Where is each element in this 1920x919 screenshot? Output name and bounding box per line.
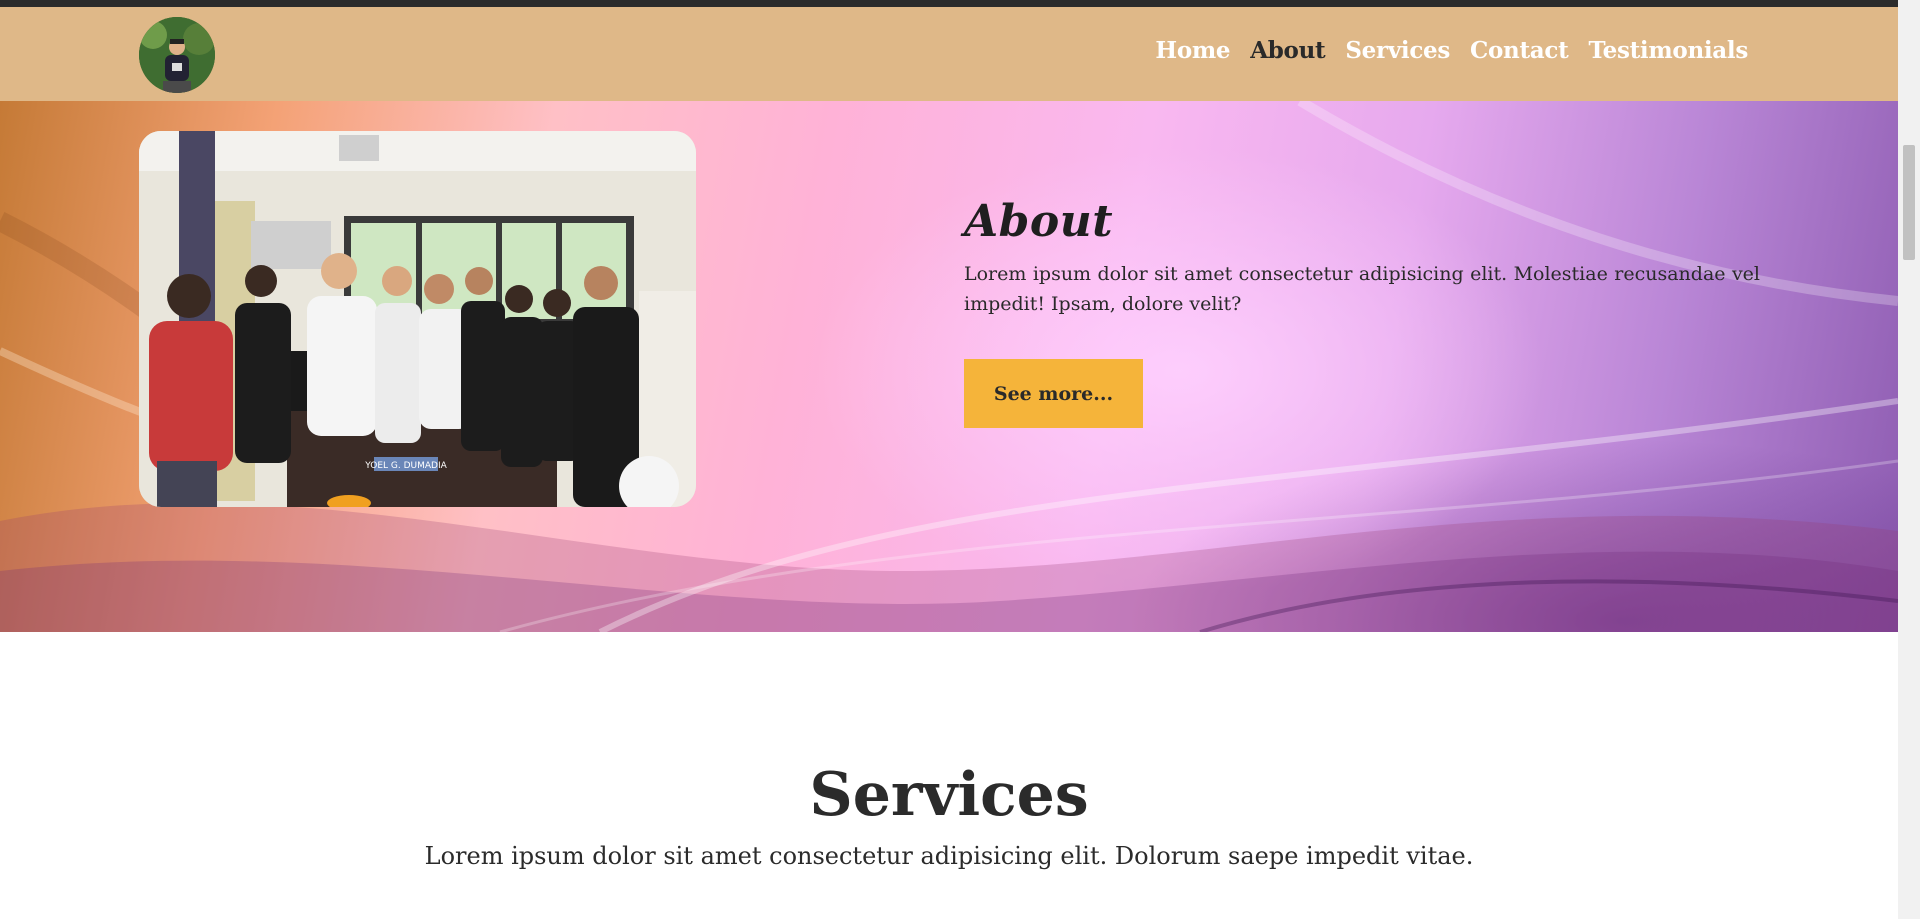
nameplate-text: YOEL G. DUMADIA (364, 461, 447, 471)
about-title: About (964, 196, 1114, 247)
about-photo: YOEL G. DUMADIA (139, 131, 696, 507)
about-content: About Lorem ipsum dolor sit amet consect… (964, 196, 1760, 428)
nav-services[interactable]: Services (1345, 37, 1450, 64)
see-more-button[interactable]: See more... (964, 359, 1143, 428)
services-text: Lorem ipsum dolor sit amet consectetur a… (424, 842, 1474, 870)
services-section: Services Lorem ipsum dolor sit amet cons… (0, 632, 1898, 919)
avatar[interactable] (139, 17, 215, 93)
scrollbar-thumb[interactable] (1903, 145, 1915, 260)
nav-home[interactable]: Home (1155, 37, 1230, 64)
nav-contact[interactable]: Contact (1470, 37, 1569, 64)
nav-testimonials[interactable]: Testimonials (1588, 37, 1748, 64)
window-top-strip (0, 0, 1898, 7)
page-scrollbar[interactable] (1898, 0, 1920, 919)
about-text: Lorem ipsum dolor sit amet consectetur a… (964, 263, 1760, 315)
services-title: Services (809, 760, 1089, 830)
main-nav: Home About Services Contact Testimonials (1155, 37, 1748, 64)
about-section: YOEL G. DUMADIA About Lorem ipsum dolor … (0, 101, 1898, 632)
navbar: Home About Services Contact Testimonials (0, 7, 1898, 101)
nav-about[interactable]: About (1250, 37, 1325, 64)
